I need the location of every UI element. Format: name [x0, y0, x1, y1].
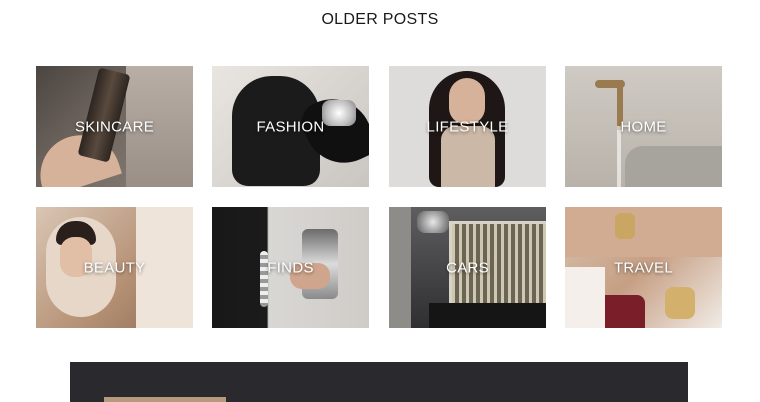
category-tile-home[interactable]: HOME: [565, 66, 722, 187]
category-label: FASHION: [256, 118, 325, 135]
category-tile-lifestyle[interactable]: LIFESTYLE: [389, 66, 546, 187]
category-tile-beauty[interactable]: BEAUTY: [36, 207, 193, 328]
category-label: CARS: [446, 259, 489, 276]
category-label: SKINCARE: [74, 118, 155, 135]
category-tile-finds[interactable]: FINDS: [212, 207, 369, 328]
footer-dark-band: [70, 362, 688, 402]
category-label: FINDS: [267, 259, 314, 276]
category-label: HOME: [620, 118, 667, 135]
category-label: BEAUTY: [83, 259, 146, 276]
category-tile-travel[interactable]: TRAVEL: [565, 207, 722, 328]
section-title: OLDER POSTS: [321, 11, 439, 28]
category-tile-fashion[interactable]: FASHION: [212, 66, 369, 187]
footer-accent-box: [104, 397, 226, 402]
category-label: TRAVEL: [613, 259, 674, 276]
category-label: LIFESTYLE: [426, 118, 509, 135]
category-tile-skincare[interactable]: SKINCARE: [36, 66, 193, 187]
category-tile-cars[interactable]: CARS: [389, 207, 546, 328]
